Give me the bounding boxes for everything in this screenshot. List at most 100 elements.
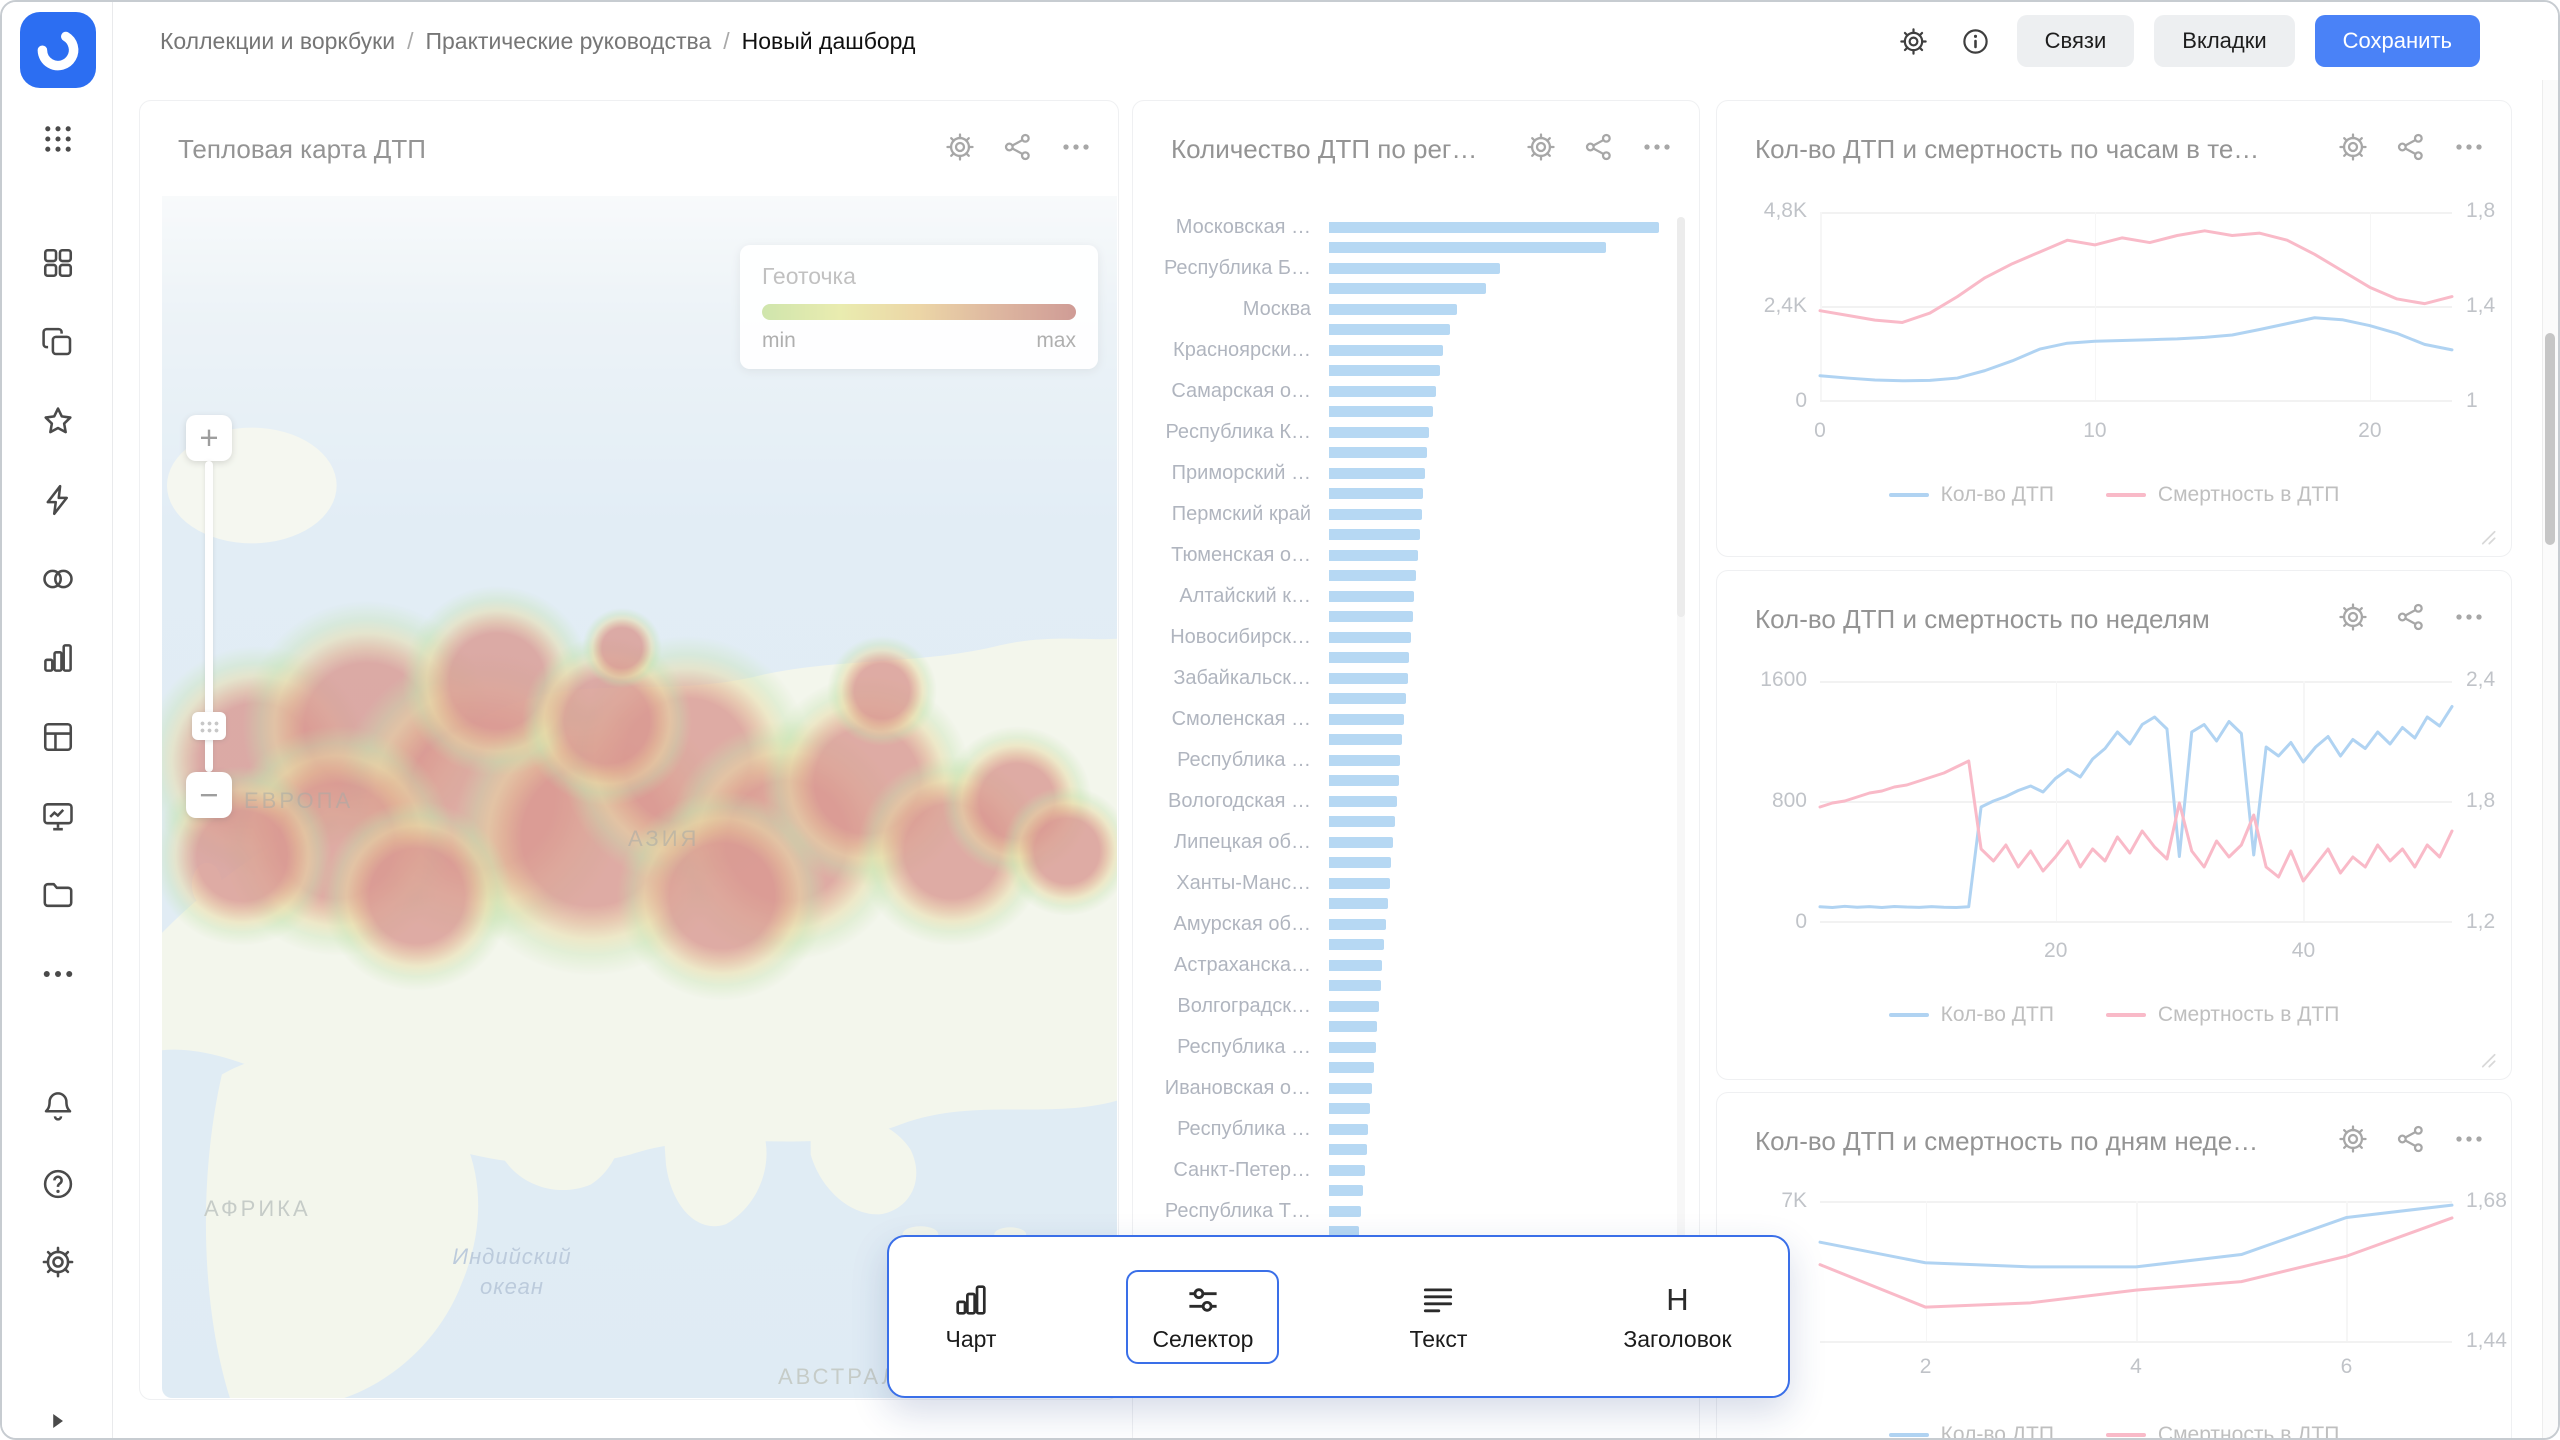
chart-scrollbar-thumb[interactable] — [1677, 217, 1685, 617]
folder-icon[interactable] — [40, 877, 76, 913]
widget-more-icon[interactable] — [2451, 129, 2487, 165]
widget-header-icons — [1523, 129, 1675, 165]
help-icon[interactable] — [40, 1166, 76, 1202]
legend-label[interactable]: Смертность в ДТП — [2158, 1003, 2339, 1027]
bar-category-label: Пермский край — [1153, 503, 1329, 526]
resize-handle-icon[interactable] — [2473, 1045, 2499, 1071]
toolbar-item-chart[interactable]: Чарт — [919, 1270, 1022, 1364]
bar-category-label: Красноярски… — [1153, 339, 1329, 362]
bar-row: Москва — [1153, 299, 1659, 320]
widget-share-icon[interactable] — [2393, 599, 2429, 635]
widget-share-icon[interactable] — [2393, 1121, 2429, 1157]
map-label-indian-ocean: Индийский океан — [432, 1242, 592, 1302]
chart-bars-icon — [952, 1281, 990, 1319]
links-button[interactable]: Связи — [2017, 15, 2135, 67]
settings-gear-icon[interactable] — [40, 1244, 76, 1280]
widget-gear-icon[interactable] — [2335, 1121, 2371, 1157]
bar-category-label: Алтайский к… — [1153, 585, 1329, 608]
toolbar-item-heading[interactable]: H Заголовок — [1597, 1270, 1757, 1364]
region-bar — [1329, 1124, 1368, 1135]
workbooks-copy-icon[interactable] — [40, 324, 76, 360]
info-icon[interactable] — [1955, 20, 1997, 62]
legend-label[interactable]: Кол-во ДТП — [1941, 1423, 2054, 1440]
widget-gear-icon[interactable] — [1523, 129, 1559, 165]
resize-handle-icon[interactable] — [2473, 522, 2499, 548]
toolbar-item-label: Селектор — [1152, 1326, 1253, 1353]
region-bar — [1329, 1103, 1370, 1114]
region-bar — [1329, 1021, 1377, 1032]
bar-row — [1153, 648, 1659, 669]
breadcrumb-collections[interactable]: Коллекции и воркбуки — [160, 28, 395, 55]
legend-label[interactable]: Смертность в ДТП — [2158, 1423, 2339, 1440]
connections-circles-icon[interactable] — [40, 561, 76, 597]
toolbar-item-selector[interactable]: Селектор — [1126, 1270, 1279, 1364]
region-bar — [1329, 447, 1427, 458]
region-bar — [1329, 488, 1423, 499]
notifications-bell-icon[interactable] — [40, 1088, 76, 1124]
zoom-out-button[interactable]: − — [186, 772, 232, 818]
y-axis-right-labels: 1,681,44 — [2466, 1189, 2526, 1353]
bar-row: Смоленская … — [1153, 709, 1659, 730]
widget-more-icon[interactable] — [1639, 129, 1675, 165]
bar-row — [1153, 525, 1659, 546]
widget-more-icon[interactable] — [2451, 599, 2487, 635]
bar-category-label: Республика … — [1153, 1118, 1329, 1141]
favorites-star-icon[interactable] — [40, 403, 76, 439]
bar-row — [1153, 238, 1659, 259]
bar-row — [1153, 689, 1659, 710]
widget-gear-icon[interactable] — [942, 129, 978, 165]
world-map[interactable]: ЕВРОПА АЗИЯ АФРИКА Индийский океан АВСТР… — [162, 196, 1117, 1398]
page-scrollbar-thumb[interactable] — [2545, 333, 2555, 545]
widget-share-icon[interactable] — [2393, 129, 2429, 165]
widget-gear-icon[interactable] — [2335, 599, 2371, 635]
save-button[interactable]: Сохранить — [2315, 15, 2480, 67]
apps-grid-icon[interactable] — [38, 119, 78, 159]
bar-row — [1153, 1181, 1659, 1202]
region-bar — [1329, 283, 1486, 294]
page-scrollbar-track[interactable] — [2542, 80, 2558, 1438]
widget-more-icon[interactable] — [2451, 1121, 2487, 1157]
hours-line-chart — [1820, 212, 2452, 400]
tabs-button[interactable]: Вкладки — [2154, 15, 2294, 67]
sidebar-collapse-button[interactable] — [35, 1399, 79, 1440]
region-bar — [1329, 878, 1390, 889]
legend-label[interactable]: Кол-во ДТП — [1941, 1003, 2054, 1027]
toolbar-item-label: Текст — [1409, 1326, 1467, 1353]
widget-share-icon[interactable] — [1581, 129, 1617, 165]
bar-row — [1153, 402, 1659, 423]
table-icon[interactable] — [40, 719, 76, 755]
widget-gear-icon[interactable] — [2335, 129, 2371, 165]
widget-more-icon[interactable] — [1058, 129, 1094, 165]
breadcrumb-separator: / — [723, 28, 729, 55]
y-axis-left-labels: 7K — [1727, 1189, 1807, 1217]
widget-header-icons — [942, 129, 1094, 165]
bar-row — [1153, 730, 1659, 751]
region-bar — [1329, 591, 1414, 602]
monitor-chart-icon[interactable] — [40, 798, 76, 834]
bar-row: Московская … — [1153, 217, 1659, 238]
region-bar — [1329, 406, 1433, 417]
legend-label[interactable]: Кол-во ДТП — [1941, 483, 2054, 507]
breadcrumb-guides[interactable]: Практические руководства — [425, 28, 711, 55]
bar-category-label: Вологодская … — [1153, 790, 1329, 813]
x-axis-labels: 0 10 20 — [1820, 419, 2452, 445]
region-bar — [1329, 1206, 1361, 1217]
grid-squares-icon[interactable] — [40, 245, 76, 281]
legend-label[interactable]: Смертность в ДТП — [2158, 483, 2339, 507]
datalens-logo[interactable] — [20, 12, 96, 88]
lightning-icon[interactable] — [40, 482, 76, 518]
widget-header-icons — [2335, 1121, 2487, 1157]
zoom-in-button[interactable]: + — [186, 415, 232, 461]
bar-chart-icon[interactable] — [40, 640, 76, 676]
region-bar — [1329, 611, 1413, 622]
toolbar-item-text[interactable]: Текст — [1383, 1270, 1493, 1364]
bar-row — [1153, 1017, 1659, 1038]
bar-row: Волгоградск… — [1153, 996, 1659, 1017]
bar-row — [1153, 566, 1659, 587]
widget-share-icon[interactable] — [1000, 129, 1036, 165]
more-icon[interactable] — [40, 956, 76, 992]
region-bar — [1329, 386, 1436, 397]
sidebar — [2, 2, 113, 1440]
zoom-slider-handle[interactable] — [192, 712, 226, 740]
dashboard-settings-gear-icon[interactable] — [1893, 20, 1935, 62]
